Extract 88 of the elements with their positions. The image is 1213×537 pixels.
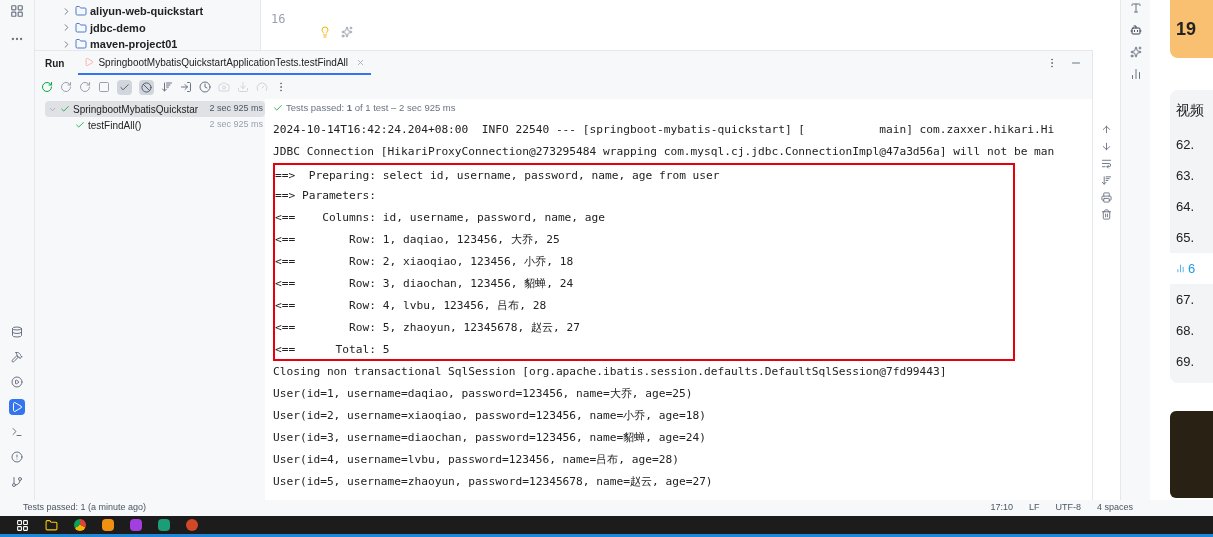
lightbulb-icon[interactable] bbox=[319, 26, 332, 38]
episode-item[interactable]: 67. bbox=[1176, 284, 1213, 315]
folder-icon[interactable] bbox=[45, 518, 58, 532]
status-item[interactable]: LF bbox=[1028, 501, 1040, 515]
start-icon[interactable] bbox=[16, 518, 29, 532]
episode-item[interactable]: 64. bbox=[1176, 191, 1213, 222]
console-line: User(id=1, username=daqiao, password=123456, name=大乔, age=25) bbox=[273, 386, 693, 402]
tool-window-button[interactable] bbox=[9, 449, 25, 465]
episode-item[interactable]: 63. bbox=[1176, 160, 1213, 191]
run-tab[interactable]: SpringbootMybatisQuickstartApplicationTests.testFindAll bbox=[78, 51, 371, 75]
tool-window-button[interactable] bbox=[9, 399, 25, 415]
console-line: User(id=3, username=diaochan, password=123456, name=貂蝉, age=24) bbox=[273, 430, 706, 446]
line-number: 16 bbox=[271, 11, 286, 28]
status-item[interactable]: UTF-8 bbox=[1055, 501, 1081, 515]
check-icon bbox=[119, 81, 130, 93]
console-line: <== Row: 1, daqiao, 123456, 大乔, 25 bbox=[273, 229, 1015, 251]
run-icon bbox=[11, 401, 23, 413]
project-tree-item[interactable]: maven-project01 bbox=[90, 36, 178, 53]
console-line: User(id=4, username=lvbu, password=123456, name=吕布, age=28) bbox=[273, 452, 679, 468]
tool-window-button[interactable] bbox=[9, 324, 25, 340]
episode-item[interactable]: 69. bbox=[1176, 346, 1213, 377]
console-line: JDBC Connection [HikariProxyConnection@273295484 wrapping com.mysql.cj.jdbc.ConnectionImpl@47a3d56a] will not be man bbox=[273, 144, 1055, 160]
git-branch-icon bbox=[11, 476, 23, 488]
check-icon bbox=[273, 103, 283, 113]
folder-icon bbox=[75, 21, 87, 34]
console-line: <== Row: 2, xiaoqiao, 123456, 小乔, 18 bbox=[273, 251, 1015, 273]
stop-icon[interactable] bbox=[98, 81, 110, 93]
playing-icon bbox=[1176, 264, 1185, 273]
panel-title: Run bbox=[45, 56, 65, 71]
close-icon[interactable] bbox=[356, 57, 365, 67]
services-icon bbox=[11, 376, 23, 388]
sort-icon[interactable] bbox=[161, 81, 173, 93]
console-line: <== Row: 3, diaochan, 123456, 貂蝉, 24 bbox=[273, 273, 1015, 295]
tool-window-button[interactable] bbox=[9, 474, 25, 490]
ban-icon bbox=[141, 81, 152, 93]
console-line: User(id=2, username=xiaoqiao, password=123456, name=小乔, age=18) bbox=[273, 408, 706, 424]
terminal-icon bbox=[11, 426, 23, 438]
console-line: <== Columns: id, username, password, name, age bbox=[273, 207, 1015, 229]
episode-item[interactable]: 68. bbox=[1176, 315, 1213, 346]
project-tree-item[interactable]: aliyun-web-quickstart bbox=[90, 3, 204, 20]
console-line: 2024-10-14T16:42:24.204+08:00 INFO 22540 --- [springboot-mybatis-quickstart] [ main] com.zaxxer.hikari.Hi bbox=[273, 122, 1055, 138]
console-line: Closing non transactional SqlSession [org.apache.ibatis.session.defaults.DefaultSqlSession@7fd99443] bbox=[273, 364, 947, 380]
tool-window-button[interactable] bbox=[9, 374, 25, 390]
promo-card[interactable]: 19 bbox=[1170, 0, 1213, 58]
test-tree-row[interactable]: testFindAll() 2 sec 925 ms bbox=[45, 117, 265, 133]
soft-wrap-icon[interactable] bbox=[1101, 158, 1112, 169]
tool-window-button[interactable] bbox=[9, 349, 25, 365]
print-icon[interactable] bbox=[1101, 192, 1112, 203]
ai-assistant-icon[interactable] bbox=[1129, 46, 1142, 58]
folder-icon bbox=[75, 5, 87, 18]
toggle-autotest-icon[interactable] bbox=[79, 81, 91, 93]
structure-icon[interactable] bbox=[10, 4, 24, 18]
status-item[interactable]: 4 spaces bbox=[1096, 501, 1133, 515]
sparkle-icon[interactable] bbox=[341, 26, 354, 38]
console-line: <== Row: 4, lvbu, 123456, 吕布, 28 bbox=[273, 295, 1015, 317]
show-passed-toggle[interactable] bbox=[117, 79, 132, 95]
show-ignored-toggle[interactable] bbox=[139, 79, 154, 95]
project-tree-item[interactable]: jdbc-demo bbox=[90, 19, 146, 36]
console-line: <== Row: 5, zhaoyun, 12345678, 赵云, 27 bbox=[273, 317, 1015, 339]
database-app-icon[interactable] bbox=[158, 519, 170, 531]
import-icon[interactable] bbox=[180, 81, 192, 93]
episode-item[interactable]: 65. bbox=[1176, 222, 1213, 253]
trash-icon[interactable] bbox=[1101, 209, 1112, 220]
rerun-failed-icon[interactable] bbox=[60, 81, 72, 93]
database-icon bbox=[11, 326, 23, 338]
status-item[interactable]: 17:10 bbox=[990, 501, 1013, 515]
history-icon[interactable] bbox=[199, 81, 211, 93]
browser-icon[interactable] bbox=[74, 519, 86, 531]
section-title: 视频 bbox=[1176, 101, 1205, 120]
scroll-down-icon[interactable] bbox=[1101, 141, 1112, 152]
rerun-icon[interactable] bbox=[41, 81, 53, 93]
status-message: Tests passed: 1 (a minute ago) bbox=[23, 501, 147, 515]
console-line: ==> Parameters: bbox=[273, 185, 1015, 207]
console-line: User(id=5, username=zhaoyun, password=12345678, name=赵云, age=27) bbox=[273, 474, 713, 490]
scroll-up-icon[interactable] bbox=[1101, 124, 1112, 135]
problems-icon bbox=[11, 451, 23, 463]
editor-app-icon[interactable] bbox=[102, 519, 114, 531]
hammer-icon bbox=[11, 351, 23, 363]
console-line: <== Total: 5 bbox=[273, 339, 1015, 361]
presentation-app-icon[interactable] bbox=[186, 519, 198, 531]
test-icon bbox=[84, 57, 95, 67]
console-line: ==> Preparing: select id, username, password, name, age from user bbox=[273, 163, 1015, 185]
episode-item[interactable]: 62. bbox=[1176, 129, 1213, 160]
folder-icon bbox=[75, 38, 87, 51]
ide-app-icon[interactable] bbox=[130, 519, 142, 531]
scroll-end-icon[interactable] bbox=[1101, 175, 1112, 186]
test-tree-row[interactable]: SpringbootMybatisQuickstar 2 sec 925 ms bbox=[45, 101, 265, 117]
tests-summary: Tests passed: 1 of 1 test – 2 sec 925 ms bbox=[286, 100, 456, 115]
